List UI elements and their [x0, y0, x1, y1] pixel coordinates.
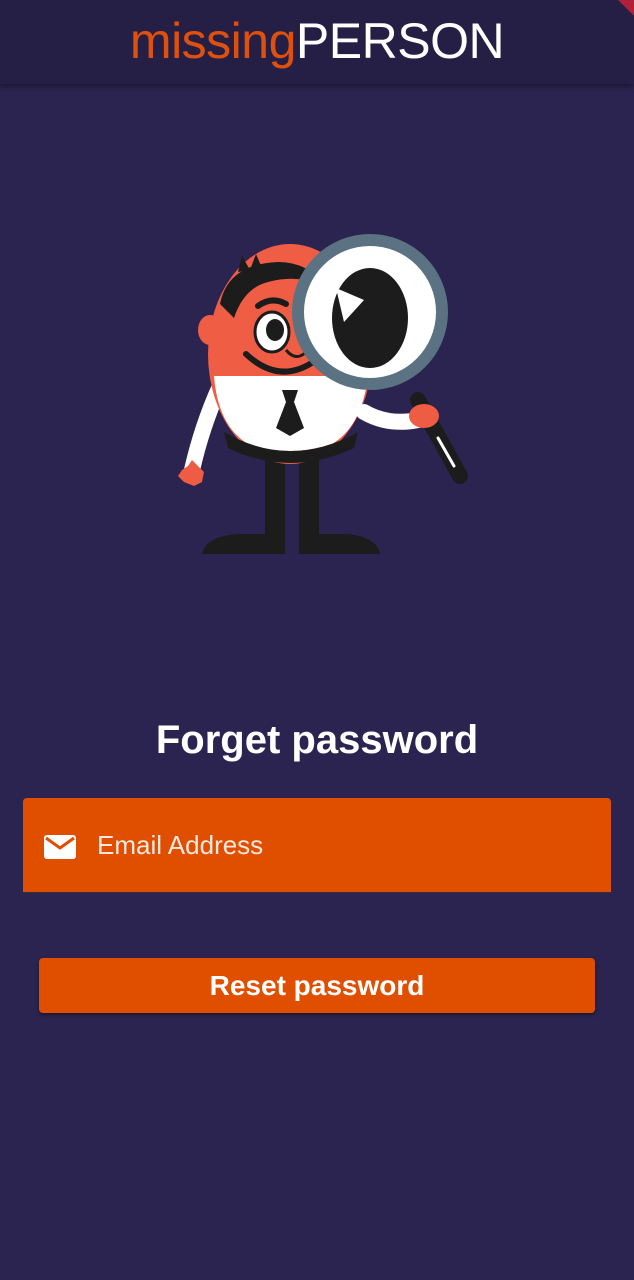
- brand-missing-text: missing: [129, 13, 296, 69]
- app-bar: missingPERSON: [0, 0, 634, 84]
- email-field[interactable]: [23, 798, 611, 893]
- email-input[interactable]: [97, 798, 597, 893]
- page-title: Forget password: [155, 718, 479, 762]
- reset-password-button[interactable]: Reset password: [39, 958, 595, 1013]
- mail-icon: [44, 835, 76, 859]
- detective-magnifier-icon: [178, 234, 468, 554]
- brand-person-text: PERSON: [295, 13, 505, 69]
- app-logo: missingPERSON: [129, 13, 505, 69]
